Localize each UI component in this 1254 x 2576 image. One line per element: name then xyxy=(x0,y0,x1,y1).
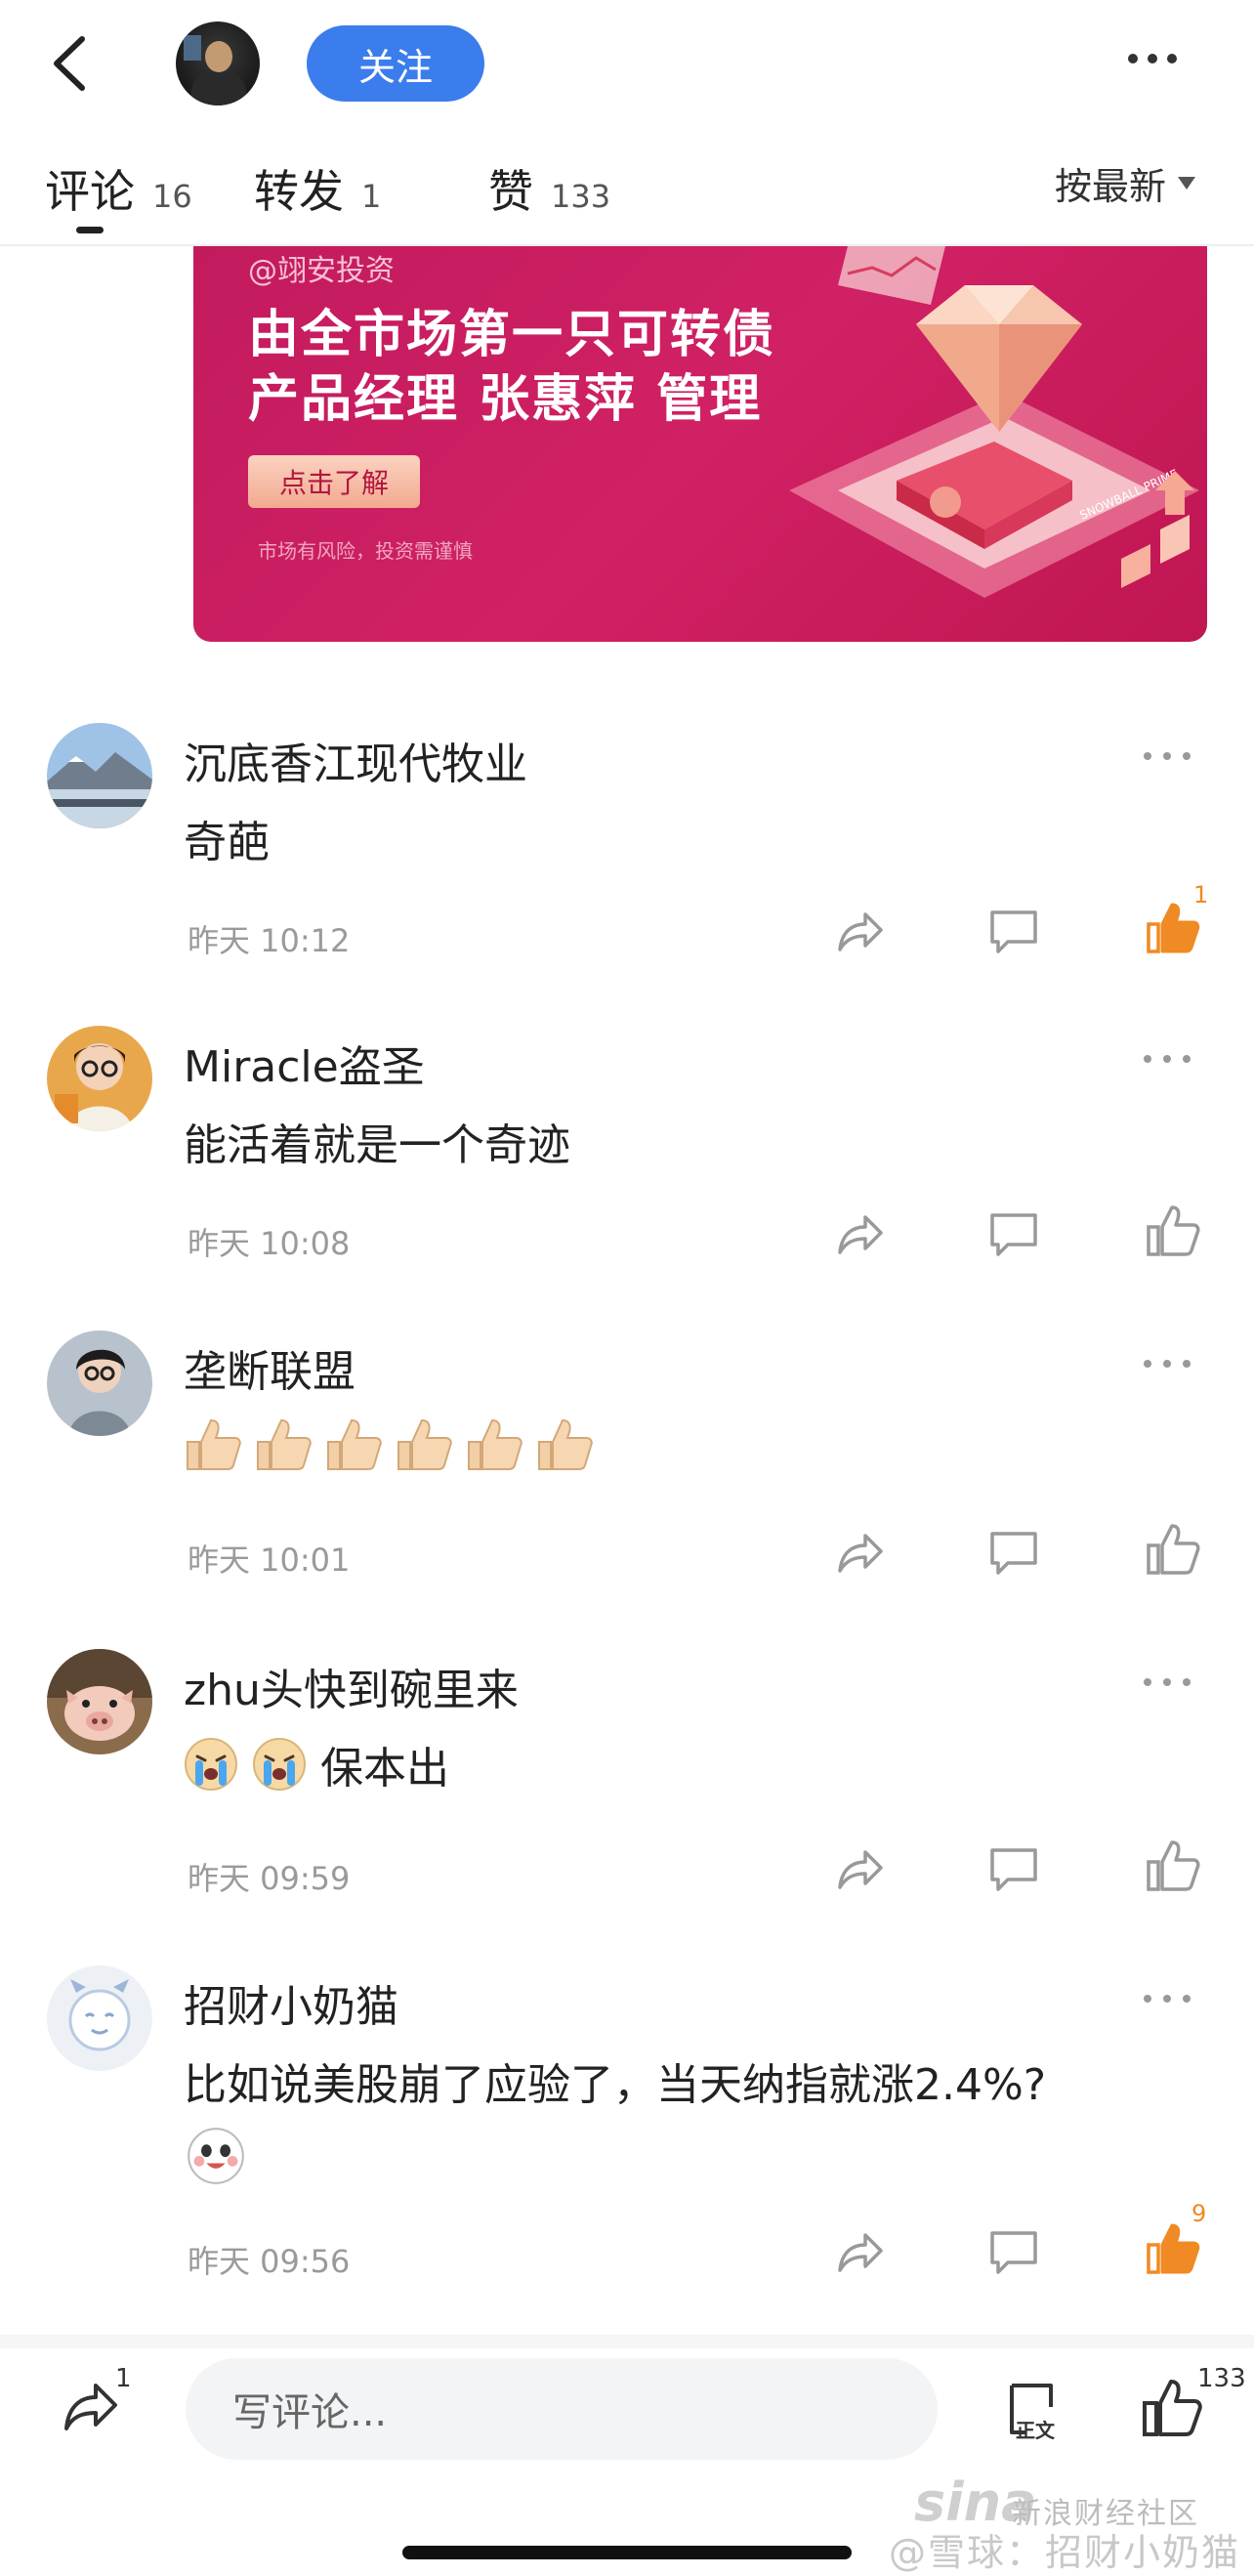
comment-input[interactable]: 写评论... xyxy=(186,2358,938,2460)
tab-comments[interactable]: 评论 16 xyxy=(45,156,192,218)
active-tab-indicator xyxy=(76,227,104,233)
like-icon[interactable] xyxy=(1143,1520,1201,1579)
share-icon[interactable] xyxy=(832,1842,887,1897)
reply-icon[interactable] xyxy=(986,1842,1041,1897)
banner-headline-1: 由全市场第一只可转债 xyxy=(248,305,776,364)
share-icon[interactable] xyxy=(832,1207,887,1262)
commenter-name[interactable]: zhu头快到碗里来 xyxy=(184,1655,519,1717)
tab-likes-count: 133 xyxy=(551,178,611,215)
comment-more-icon[interactable] xyxy=(1141,1354,1193,1373)
article-text-button[interactable]: 正文 xyxy=(1006,2378,1065,2442)
commenter-name[interactable]: 沉底香江现代牧业 xyxy=(184,729,527,791)
like-count: 1 xyxy=(1193,881,1209,908)
thumbs-up-emoji-icon xyxy=(327,1418,382,1470)
comment-text: 保本出 xyxy=(320,1744,449,1794)
commenter-avatar[interactable] xyxy=(47,1330,152,1436)
share-icon[interactable] xyxy=(832,2225,887,2280)
reply-icon[interactable] xyxy=(986,1207,1041,1262)
post-like-count: 133 xyxy=(1197,2364,1246,2393)
tab-comments-count: 16 xyxy=(152,178,192,215)
commenter-avatar[interactable] xyxy=(47,1965,152,2071)
repost-count: 1 xyxy=(115,2364,132,2393)
follow-button[interactable]: 关注 xyxy=(307,25,484,102)
diamond-illustration-icon: SNOWBALL PRIME xyxy=(789,246,1199,598)
like-icon-active[interactable] xyxy=(1143,2219,1201,2278)
comment-time: 昨天 10:12 xyxy=(188,922,351,959)
commenter-avatar[interactable] xyxy=(47,1026,152,1131)
sort-label: 按最新 xyxy=(1055,165,1167,208)
tab-reposts[interactable]: 转发 1 xyxy=(254,156,382,218)
tab-comments-label: 评论 xyxy=(45,165,135,218)
like-icon-active[interactable] xyxy=(1143,899,1201,957)
commenter-name[interactable]: Miracle盗圣 xyxy=(184,1032,425,1094)
like-count: 9 xyxy=(1191,2200,1207,2227)
comment-emoji-row xyxy=(184,1415,606,1475)
article-text-label: 正文 xyxy=(1016,2419,1055,2442)
comment-text: 奇葩 xyxy=(184,818,270,867)
comment-time: 昨天 10:01 xyxy=(188,1541,351,1579)
thumbs-up-emoji-icon xyxy=(187,1418,241,1470)
commenter-name[interactable]: 垄断联盟 xyxy=(184,1336,355,1399)
tab-likes[interactable]: 赞 133 xyxy=(488,156,611,218)
back-arrow-icon[interactable] xyxy=(39,29,98,98)
comment-content: 保本出 xyxy=(184,1733,449,1795)
home-indicator[interactable] xyxy=(402,2546,852,2559)
ad-banner[interactable]: @翊安投资 由全市场第一只可转债 产品经理 张惠萍 管理 点击了解 市场有风险，… xyxy=(193,246,1207,642)
comment-time: 昨天 09:59 xyxy=(188,1860,351,1897)
watermark-line-2: @雪球：招财小奶猫 xyxy=(889,2531,1241,2574)
reply-icon[interactable] xyxy=(986,2225,1041,2280)
reply-icon[interactable] xyxy=(986,1526,1041,1581)
thumbs-up-emoji-icon xyxy=(397,1418,452,1470)
comment-input-placeholder: 写评论... xyxy=(232,2390,388,2435)
comment-time: 昨天 09:56 xyxy=(188,2243,351,2280)
banner-risk-notice: 市场有风险，投资需谨慎 xyxy=(258,539,473,563)
comment-text: 能活着就是一个奇迹 xyxy=(184,1120,570,1170)
crying-emoji-icon xyxy=(185,1738,237,1791)
author-avatar[interactable] xyxy=(176,21,260,106)
banner-handle: @翊安投资 xyxy=(248,254,395,288)
like-icon[interactable] xyxy=(1143,1202,1201,1260)
thumbs-up-emoji-icon xyxy=(257,1418,312,1470)
repost-icon[interactable] xyxy=(59,2376,121,2438)
banner-headline-2: 产品经理 张惠萍 管理 xyxy=(248,369,763,429)
tab-reposts-count: 1 xyxy=(361,178,382,215)
commenter-avatar[interactable] xyxy=(47,1649,152,1754)
sort-dropdown[interactable]: 按最新 xyxy=(1055,156,1196,210)
dropdown-triangle-icon xyxy=(1178,177,1196,190)
comment-more-icon[interactable] xyxy=(1141,1989,1193,2008)
tab-likes-label: 赞 xyxy=(488,165,533,218)
more-options-icon[interactable] xyxy=(1123,39,1182,78)
bottom-separator xyxy=(0,2335,1254,2348)
share-icon[interactable] xyxy=(832,1526,887,1581)
banner-cta-button[interactable]: 点击了解 xyxy=(248,455,420,508)
comment-more-icon[interactable] xyxy=(1141,1049,1193,1069)
crying-emoji-icon xyxy=(253,1738,306,1791)
thumbs-up-emoji-icon xyxy=(468,1418,522,1470)
share-icon[interactable] xyxy=(832,905,887,959)
comment-more-icon[interactable] xyxy=(1141,746,1193,766)
thumbs-up-emoji-icon xyxy=(538,1418,593,1470)
comment-time: 昨天 10:08 xyxy=(188,1225,351,1262)
like-icon[interactable] xyxy=(1143,1837,1201,1895)
comment-text: 比如说美股崩了应验了，当天纳指就涨2.4%? xyxy=(184,2060,1047,2110)
reply-icon[interactable] xyxy=(986,905,1041,959)
smile-emoji-icon xyxy=(188,2128,244,2184)
like-post-icon[interactable] xyxy=(1139,2376,1203,2440)
commenter-avatar[interactable] xyxy=(47,723,152,828)
tab-reposts-label: 转发 xyxy=(254,165,344,218)
comment-more-icon[interactable] xyxy=(1141,1672,1193,1692)
commenter-name[interactable]: 招财小奶猫 xyxy=(184,1971,398,2034)
